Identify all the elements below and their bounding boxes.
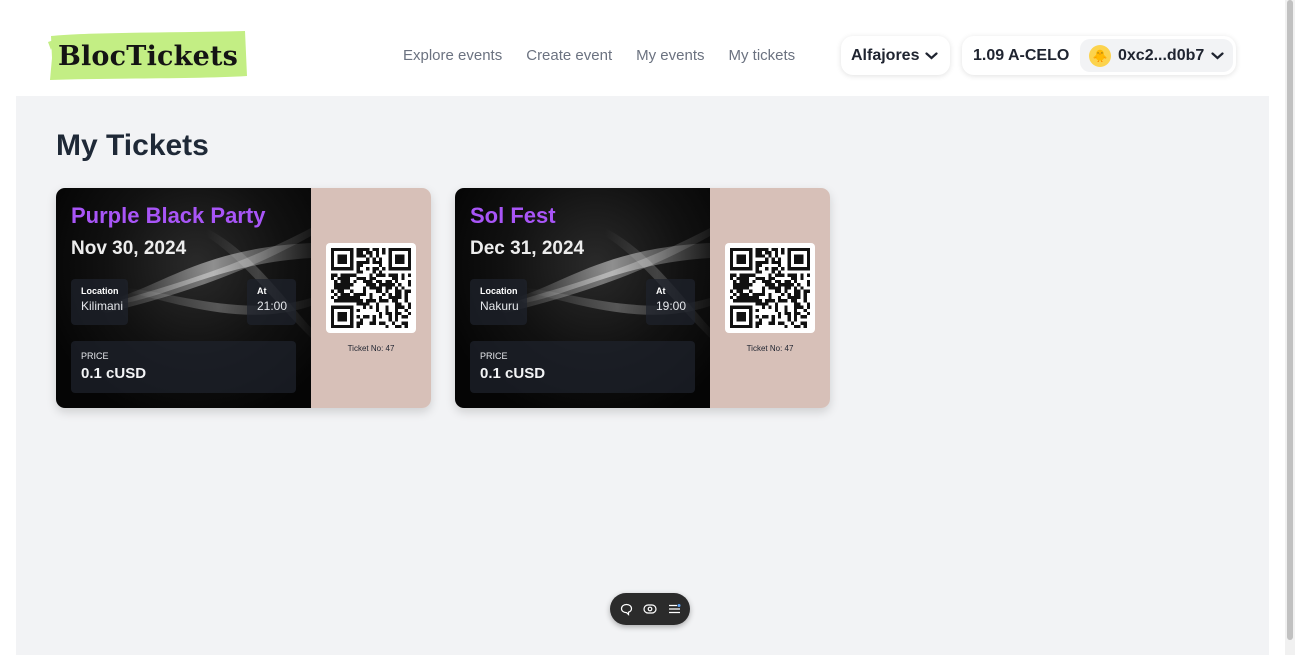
time-label: At (656, 286, 666, 296)
ticket-body: Sol Fest Dec 31, 2024 Location Nakuru At… (455, 188, 710, 408)
location-box: Location Kilimani (71, 279, 128, 325)
floating-toolbar (610, 593, 690, 625)
network-label: Alfajores (851, 46, 920, 64)
wallet-address: 0xc2...d0b7 (1118, 46, 1205, 64)
location-value: Kilimani (81, 299, 124, 313)
event-title: Purple Black Party (71, 203, 266, 228)
qr-code (725, 243, 815, 333)
avatar: 🐥 (1089, 44, 1111, 67)
qr-modules (331, 248, 411, 328)
eye-icon[interactable] (643, 602, 658, 617)
time-label: At (257, 286, 267, 296)
wallet-balance: 1.09 A-CELO (973, 47, 1070, 64)
ticket-stub: Ticket No: 47 (311, 188, 431, 408)
scrollbar-thumb[interactable] (1287, 0, 1293, 640)
ticket-number: Ticket No: 47 (746, 344, 794, 353)
account-button[interactable]: 🐥 0xc2...d0b7 (1080, 39, 1233, 72)
nav-my-events[interactable]: My events (636, 46, 704, 66)
event-date: Dec 31, 2024 (470, 238, 585, 259)
qr-modules (730, 248, 810, 328)
price-value: 0.1 cUSD (81, 365, 147, 382)
nav-my-tickets[interactable]: My tickets (728, 46, 795, 66)
chevron-down-icon (925, 51, 939, 59)
time-box: At 19:00 (646, 279, 695, 325)
header: BlocTickets Explore events Create event … (0, 0, 1285, 96)
location-value: Nakuru (480, 299, 519, 313)
location-box: Location Nakuru (470, 279, 527, 325)
price-label: PRICE (81, 351, 109, 361)
price-box: PRICE 0.1 cUSD (470, 341, 695, 393)
network-selector[interactable]: Alfajores (841, 36, 950, 75)
location-label: Location (480, 286, 518, 296)
ticket-number: Ticket No: 47 (347, 344, 395, 353)
chevron-down-icon (1211, 51, 1224, 59)
price-box: PRICE 0.1 cUSD (71, 341, 296, 393)
main-content: My Tickets Purple Black Party Nov 30, 20… (16, 96, 1269, 655)
qr-code (326, 243, 416, 333)
time-box: At 21:00 (247, 279, 296, 325)
event-title: Sol Fest (470, 203, 556, 228)
page-title: My Tickets (56, 129, 209, 162)
event-date: Nov 30, 2024 (71, 238, 187, 259)
ticket-body: Purple Black Party Nov 30, 2024 Location… (56, 188, 311, 408)
comment-icon[interactable] (619, 602, 634, 617)
price-label: PRICE (480, 351, 508, 361)
brand-logo[interactable]: BlocTickets (48, 30, 248, 81)
price-value: 0.1 cUSD (480, 365, 546, 382)
brand-name: BlocTickets (57, 41, 239, 72)
time-value: 21:00 (257, 299, 288, 313)
ticket-stub: Ticket No: 47 (710, 188, 830, 408)
ticket-card[interactable]: Sol Fest Dec 31, 2024 Location Nakuru At… (455, 188, 830, 408)
location-label: Location (81, 286, 119, 296)
wallet-account: 1.09 A-CELO 🐥 0xc2...d0b7 (962, 36, 1236, 75)
time-value: 19:00 (656, 299, 687, 313)
settings-list-icon[interactable] (667, 602, 682, 617)
main-nav: Explore events Create event My events My… (403, 46, 795, 66)
nav-explore-events[interactable]: Explore events (403, 46, 502, 66)
nav-create-event[interactable]: Create event (526, 46, 612, 66)
ticket-card[interactable]: Purple Black Party Nov 30, 2024 Location… (56, 188, 431, 408)
scrollbar[interactable] (1285, 0, 1295, 655)
